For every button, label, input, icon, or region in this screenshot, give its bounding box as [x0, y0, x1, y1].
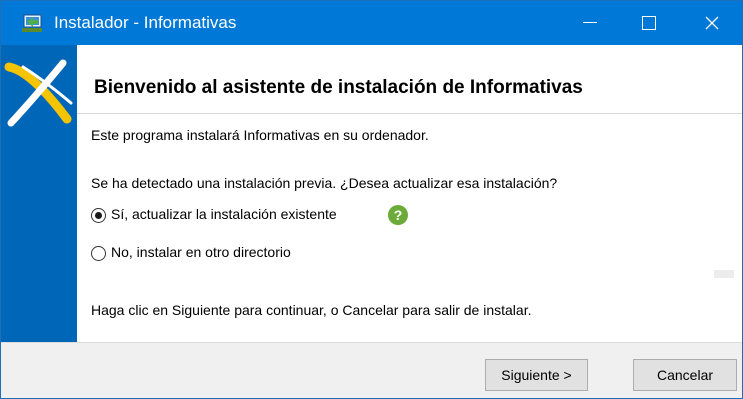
minimize-icon	[583, 22, 597, 23]
title-bar[interactable]: Instalador - Informativas	[1, 1, 742, 45]
wizard-content: Bienvenido al asistente de instalación d…	[77, 45, 742, 342]
footer-instruction-text: Haga clic en Siguiente para continuar, o…	[91, 302, 532, 318]
radio-label-new-directory[interactable]: No, instalar en otro directorio	[111, 244, 291, 260]
radio-button-unselected[interactable]	[91, 246, 106, 261]
window-title: Instalador - Informativas	[54, 13, 237, 32]
minimize-button[interactable]	[560, 1, 620, 45]
close-button[interactable]	[682, 1, 742, 45]
installer-window: Instalador - Informativas Bienvenido al …	[0, 0, 743, 399]
maximize-icon	[642, 16, 656, 30]
radio-button-selected[interactable]	[91, 208, 106, 223]
cancel-button[interactable]: Cancelar	[633, 359, 737, 391]
radio-label-update[interactable]: Sí, actualizar la instalación existente	[111, 206, 337, 222]
question-text: Se ha detectado una instalación previa. …	[91, 175, 558, 191]
maximize-button[interactable]	[620, 1, 680, 45]
help-icon[interactable]: ?	[388, 205, 408, 225]
intro-text: Este programa instalará Informativas en …	[91, 127, 429, 143]
scrollbar-fragment	[714, 270, 734, 278]
logo-sidebar	[1, 45, 77, 342]
next-button[interactable]: Siguiente >	[485, 359, 588, 391]
button-bar: Siguiente > Cancelar	[1, 342, 742, 398]
close-icon	[705, 16, 719, 30]
installer-app-icon	[21, 13, 43, 33]
header-divider	[77, 113, 742, 114]
agency-logo-icon	[4, 59, 73, 127]
page-title: Bienvenido al asistente de instalación d…	[94, 77, 583, 98]
